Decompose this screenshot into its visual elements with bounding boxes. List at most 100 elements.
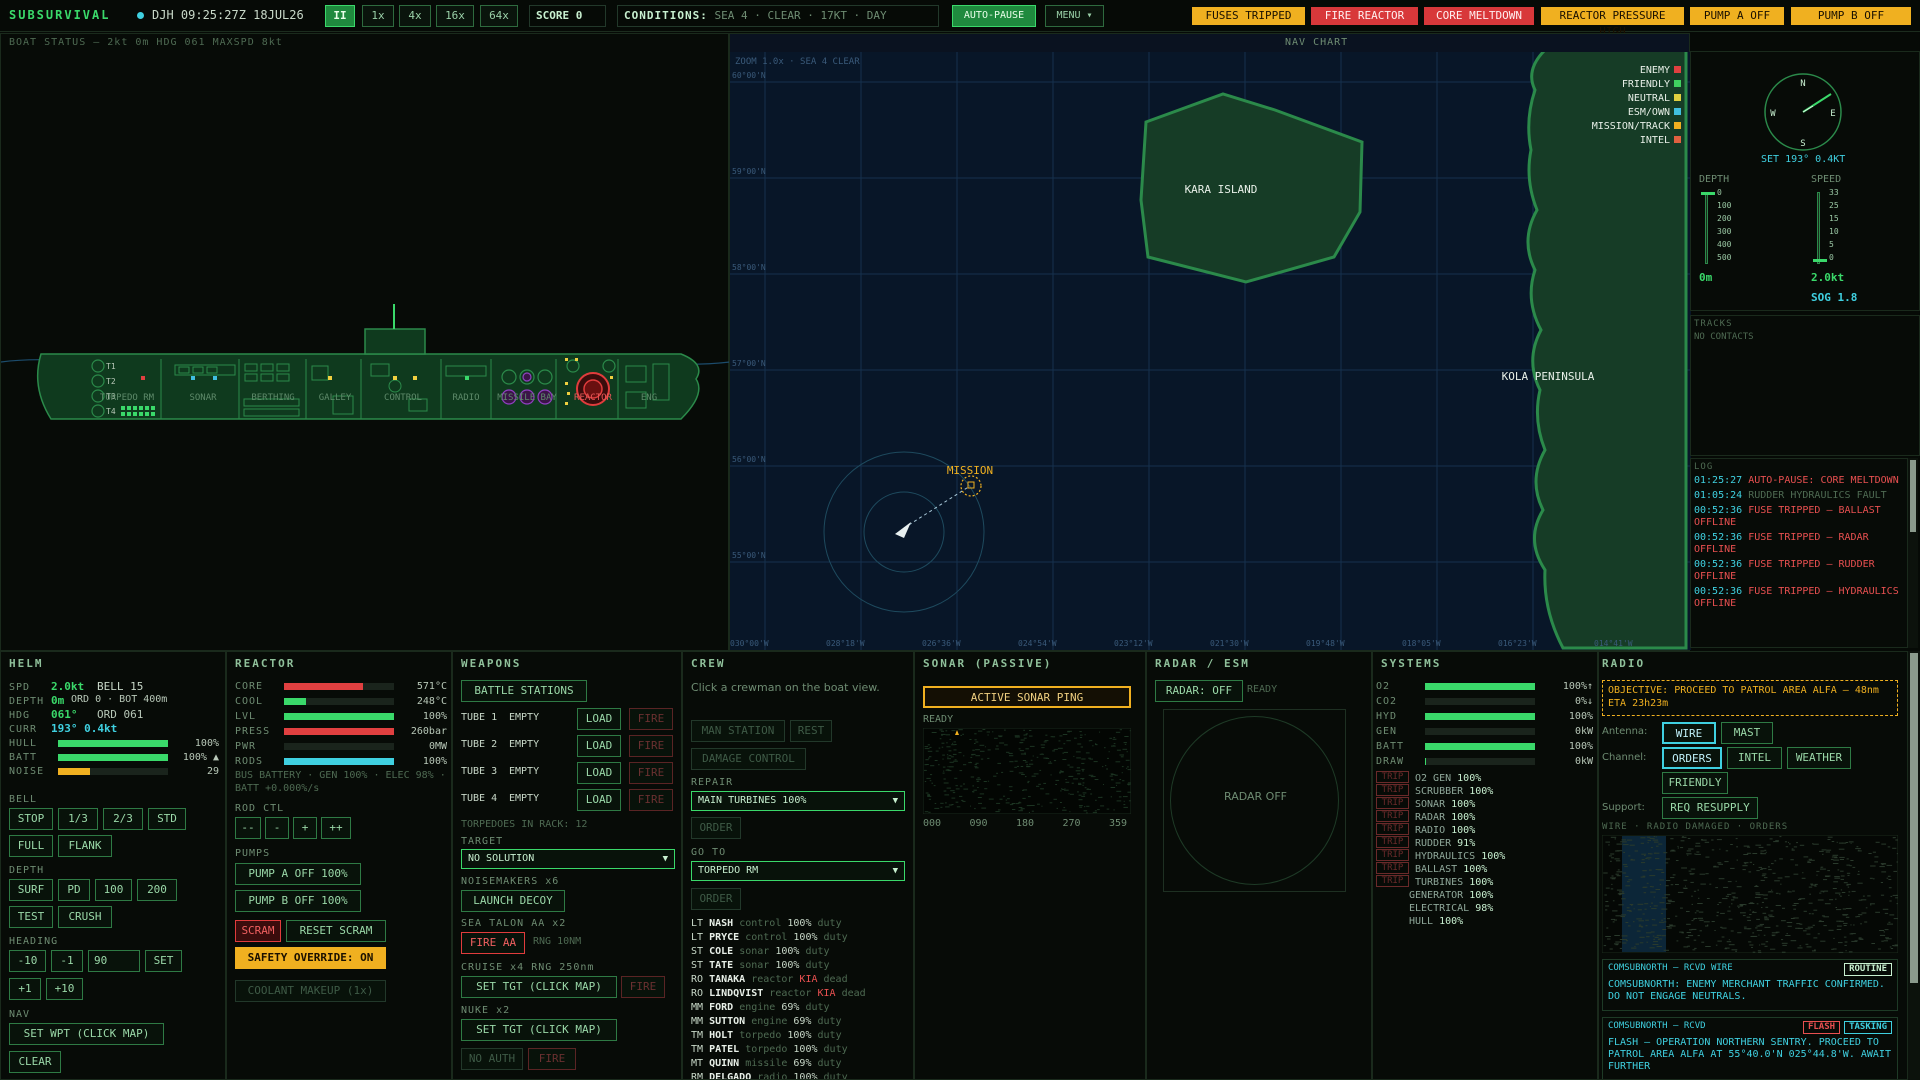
nuke-auth-button[interactable]: NO AUTH — [461, 1048, 523, 1070]
depth-surface-button[interactable]: SURF — [9, 879, 53, 901]
trip-breaker-button[interactable]: TRIP — [1376, 784, 1409, 796]
nuke-set-target-button[interactable]: SET TGT (CLICK MAP) — [461, 1019, 617, 1041]
set-waypoint-button[interactable]: SET WPT (CLICK MAP) — [9, 1023, 164, 1045]
trip-breaker-button[interactable]: TRIP — [1376, 849, 1409, 861]
request-resupply-button[interactable]: REQ RESUPPLY — [1662, 797, 1758, 819]
rods-down-fast-button[interactable]: -- — [235, 817, 261, 839]
channel-friendly-button[interactable]: FRIENDLY — [1662, 772, 1728, 794]
depth-200-button[interactable]: 200 — [137, 879, 177, 901]
channel-intel-button[interactable]: INTEL — [1727, 747, 1782, 769]
trip-breaker-button[interactable]: TRIP — [1376, 875, 1409, 887]
compartment-label[interactable]: ENG — [604, 393, 694, 403]
crew-member[interactable]: LT NASH control 100% duty — [691, 918, 842, 929]
tube-2-fire-button[interactable]: FIRE — [629, 735, 673, 757]
crew-member[interactable]: LT PRYCE control 100% duty — [691, 932, 848, 943]
trip-breaker-button[interactable]: TRIP — [1376, 810, 1409, 822]
noise-speck — [952, 753, 957, 755]
depth-pd-button[interactable]: PD — [58, 879, 90, 901]
radio-scrollbar[interactable] — [1908, 651, 1920, 1080]
channel-weather-button[interactable]: WEATHER — [1787, 747, 1851, 769]
crew-member[interactable]: MM SUTTON engine 69% duty — [691, 1016, 842, 1027]
radio-message[interactable]: COMSUBNORTH — RCVD FLASH TASKING FLASH — OP… — [1602, 1017, 1898, 1079]
rods-up-button[interactable]: + — [293, 817, 317, 839]
depth-100-button[interactable]: 100 — [95, 879, 132, 901]
radio-message[interactable]: COMSUBNORTH — RCVD WIRE ROUTINE COMSUBNORT… — [1602, 959, 1898, 1011]
speed-4x-button[interactable]: 4x — [399, 5, 431, 27]
nav-map[interactable]: KARA ISLAND KOLA PENINSULA MISSION 60°00… — [730, 52, 1691, 650]
radar-toggle-button[interactable]: RADAR: OFF — [1155, 680, 1243, 702]
fire-aa-button[interactable]: FIRE AA — [461, 932, 525, 954]
safety-override-button[interactable]: SAFETY OVERRIDE: ON — [235, 947, 386, 969]
speed-1x-button[interactable]: 1x — [362, 5, 394, 27]
depth-crush-button[interactable]: CRUSH — [58, 906, 112, 928]
antenna-wire-button[interactable]: WIRE — [1662, 722, 1716, 744]
speed-64x-button[interactable]: 64x — [480, 5, 518, 27]
cruise-set-target-button[interactable]: SET TGT (CLICK MAP) — [461, 976, 617, 998]
crew-member[interactable]: ST TATE sonar 100% duty — [691, 960, 830, 971]
trip-breaker-button[interactable]: TRIP — [1376, 823, 1409, 835]
submarine-diagram[interactable]: T1 T2 T3 T4 — [1, 274, 730, 444]
rest-button[interactable]: REST — [790, 720, 832, 742]
crew-member[interactable]: RM DELGADO radio 100% duty — [691, 1072, 848, 1079]
tube-3-fire-button[interactable]: FIRE — [629, 762, 673, 784]
crew-member[interactable]: ST COLE sonar 100% duty — [691, 946, 830, 957]
rods-up-fast-button[interactable]: ++ — [321, 817, 351, 839]
tube-2-load-button[interactable]: LOAD — [577, 735, 621, 757]
repair-order-button[interactable]: ORDER — [691, 817, 741, 839]
coolant-makeup-button[interactable]: COOLANT MAKEUP (1x) — [235, 980, 386, 1002]
crew-member[interactable]: MT QUINN missile 69% duty — [691, 1058, 842, 1069]
bell-flank-button[interactable]: FLANK — [58, 835, 112, 857]
trip-breaker-button[interactable]: TRIP — [1376, 836, 1409, 848]
goto-select[interactable]: TORPEDO RM — [691, 861, 905, 881]
crew-member[interactable]: TM PATEL torpedo 100% duty — [691, 1044, 848, 1055]
active-ping-button[interactable]: ACTIVE SONAR PING — [923, 686, 1131, 708]
battle-stations-button[interactable]: BATTLE STATIONS — [461, 680, 587, 702]
repair-select[interactable]: MAIN TURBINES 100% — [691, 791, 905, 811]
heading-plus1-button[interactable]: +1 — [9, 978, 41, 1000]
tube-4-fire-button[interactable]: FIRE — [629, 789, 673, 811]
heading-set-button[interactable]: SET — [145, 950, 182, 972]
pause-button[interactable]: II — [325, 5, 355, 27]
trip-breaker-button[interactable]: TRIP — [1376, 797, 1409, 809]
heading-minus1-button[interactable]: -1 — [51, 950, 83, 972]
cruise-fire-button[interactable]: FIRE — [621, 976, 665, 998]
pump-b-button[interactable]: PUMP B OFF 100% — [235, 890, 361, 912]
crew-member[interactable]: RO LINDQVIST reactor KIA dead — [691, 988, 866, 999]
depth-test-button[interactable]: TEST — [9, 906, 53, 928]
pump-a-button[interactable]: PUMP A OFF 100% — [235, 863, 361, 885]
goto-order-button[interactable]: ORDER — [691, 888, 741, 910]
nav-chart-panel[interactable]: NAV CHART KARA ISLAND KOLA PENINSULA MIS… — [729, 33, 1691, 651]
heading-input[interactable]: 90 — [88, 950, 140, 972]
heading-plus10-button[interactable]: +10 — [46, 978, 83, 1000]
scram-button[interactable]: SCRAM — [235, 920, 281, 942]
menu-button[interactable]: MENU ▾ — [1045, 5, 1104, 27]
bell-standard-button[interactable]: STD — [148, 808, 186, 830]
clear-waypoint-button[interactable]: CLEAR — [9, 1051, 61, 1073]
bell-third-button[interactable]: 1/3 — [58, 808, 98, 830]
tube-4-load-button[interactable]: LOAD — [577, 789, 621, 811]
tube-1-fire-button[interactable]: FIRE — [629, 708, 673, 730]
channel-orders-button[interactable]: ORDERS — [1662, 747, 1722, 769]
crew-member[interactable]: TM HOLT torpedo 100% duty — [691, 1030, 842, 1041]
target-select[interactable]: NO SOLUTION — [461, 849, 675, 869]
man-station-button[interactable]: MAN STATION — [691, 720, 785, 742]
tube-3-load-button[interactable]: LOAD — [577, 762, 621, 784]
damage-control-button[interactable]: DAMAGE CONTROL — [691, 748, 806, 770]
crew-member[interactable]: MM FORD engine 69% duty — [691, 1002, 830, 1013]
rods-down-button[interactable]: - — [265, 817, 289, 839]
bell-two-thirds-button[interactable]: 2/3 — [103, 808, 143, 830]
trip-breaker-button[interactable]: TRIP — [1376, 862, 1409, 874]
antenna-mast-button[interactable]: MAST — [1721, 722, 1773, 744]
nuke-fire-button[interactable]: FIRE — [528, 1048, 576, 1070]
launch-decoy-button[interactable]: LAUNCH DECOY — [461, 890, 565, 912]
log-scrollbar[interactable] — [1908, 458, 1918, 648]
tube-1-load-button[interactable]: LOAD — [577, 708, 621, 730]
heading-minus10-button[interactable]: -10 — [9, 950, 46, 972]
trip-breaker-button[interactable]: TRIP — [1376, 771, 1409, 783]
auto-pause-button[interactable]: AUTO-PAUSE — [952, 5, 1036, 27]
bell-full-button[interactable]: FULL — [9, 835, 53, 857]
speed-16x-button[interactable]: 16x — [436, 5, 474, 27]
bell-stop-button[interactable]: STOP — [9, 808, 53, 830]
crew-member[interactable]: RO TANAKA reactor KIA dead — [691, 974, 848, 985]
reset-scram-button[interactable]: RESET SCRAM — [286, 920, 386, 942]
